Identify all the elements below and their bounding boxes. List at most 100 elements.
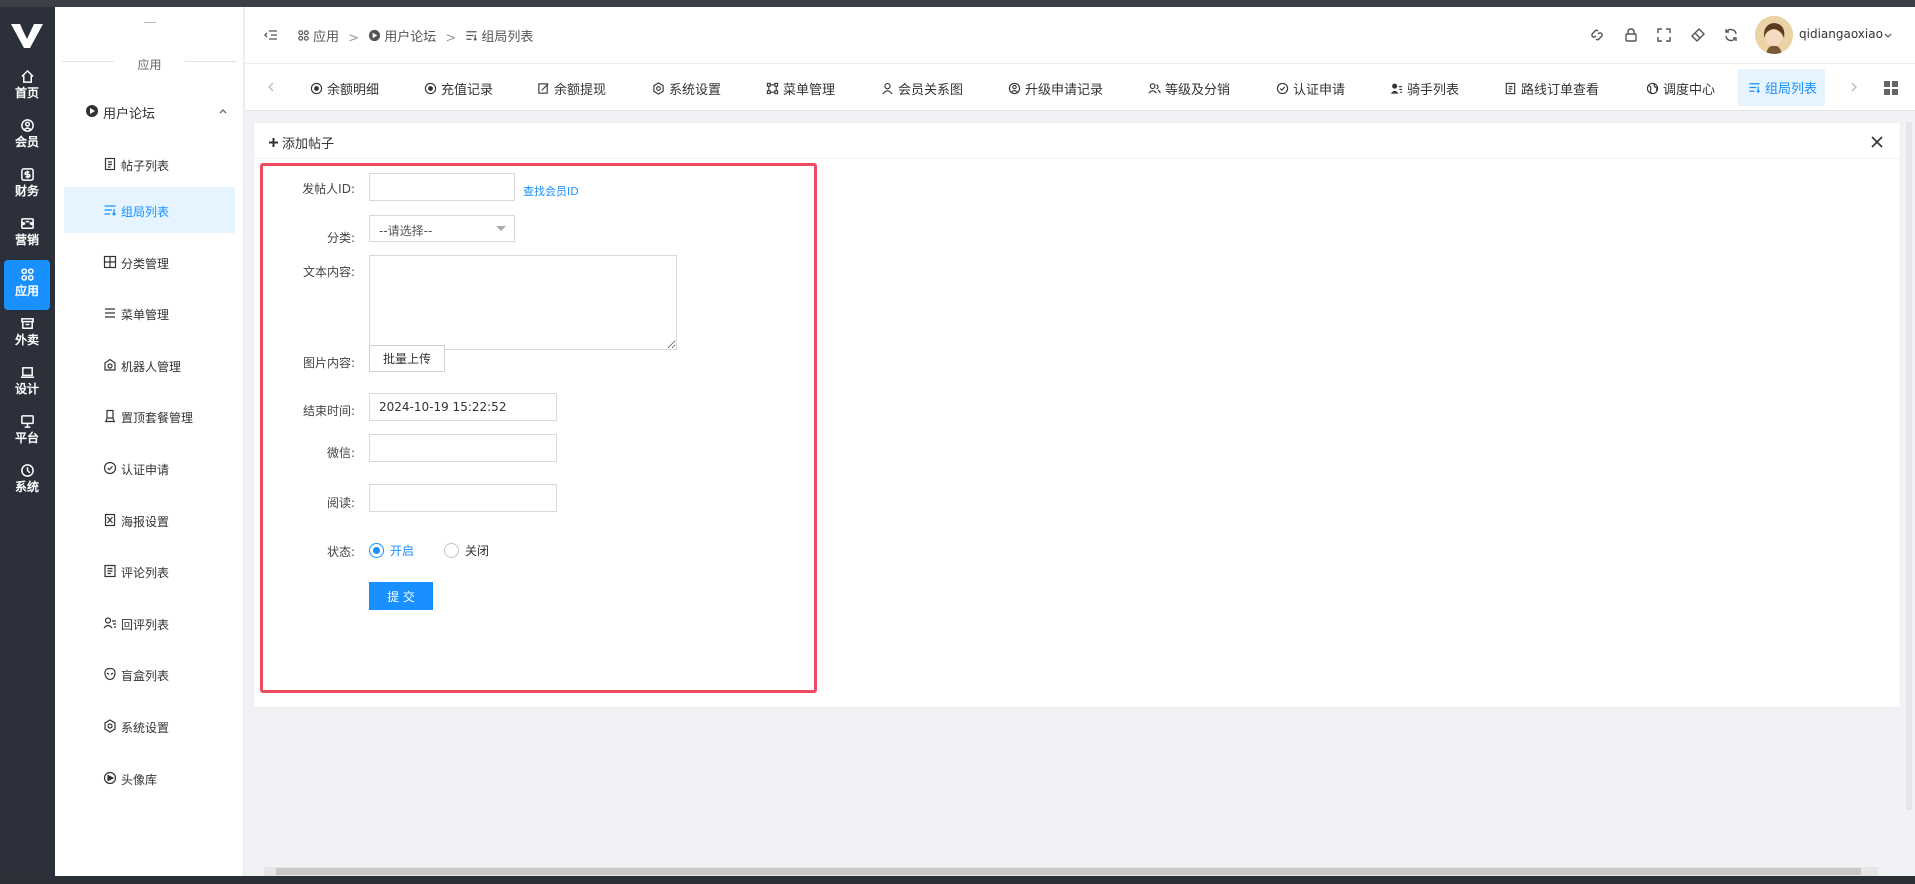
poster-id-input[interactable] xyxy=(369,173,515,201)
lock-icon[interactable] xyxy=(1622,26,1640,44)
chevron-right-icon[interactable] xyxy=(1849,81,1859,93)
top-header: 应用 > 用户论坛 > 组局列表 qidiangaoxiao xyxy=(245,7,1915,64)
avatar-image xyxy=(1755,16,1793,54)
sidebar-item-reply-list[interactable]: 回评列表 xyxy=(64,600,235,646)
rail-item-home[interactable]: 首页 xyxy=(4,62,50,112)
rail-item-label: 营销 xyxy=(14,233,39,247)
nodes-icon xyxy=(766,82,779,94)
sidebar-item-robot-manage[interactable]: 机器人管理 xyxy=(64,342,235,388)
target-icon xyxy=(424,82,437,94)
avatar[interactable] xyxy=(1755,16,1793,54)
sidebar-item-label: 分类管理 xyxy=(121,257,170,271)
submit-button[interactable]: 提 交 xyxy=(369,582,433,610)
rail-item-system[interactable]: 系统 xyxy=(4,456,50,506)
gear-icon xyxy=(104,719,116,733)
panel-header: 添加帖子 xyxy=(254,123,1900,159)
status-radio-off[interactable]: 关闭 xyxy=(444,542,489,559)
sidebar-item-label: 系统设置 xyxy=(121,721,170,735)
wechat-input[interactable] xyxy=(369,434,557,462)
sidebar-item-pin-package[interactable]: 置顶套餐管理 xyxy=(64,393,235,439)
tab-group-list[interactable]: 组局列表 xyxy=(1738,69,1826,106)
breadcrumb-item-apps[interactable]: 应用 xyxy=(297,26,339,45)
link-icon[interactable] xyxy=(1588,26,1606,44)
rail-item-platform[interactable]: 平台 xyxy=(4,407,50,457)
tab-dispatch-center[interactable]: 调度中心 xyxy=(1646,74,1715,102)
system-icon xyxy=(20,464,34,477)
tab-upgrade-records[interactable]: 升级申请记录 xyxy=(1008,74,1103,102)
batch-upload-button[interactable]: 批量上传 xyxy=(369,345,446,372)
sidebar-item-label: 机器人管理 xyxy=(121,360,182,374)
read-input[interactable] xyxy=(369,484,557,512)
images-label: 图片内容: xyxy=(302,356,355,370)
chevron-down-icon[interactable] xyxy=(1883,30,1893,40)
grid-table-icon xyxy=(103,255,117,269)
sidebar-item-label: 帖子列表 xyxy=(121,159,170,173)
status-radio-on[interactable]: 开启 xyxy=(369,542,414,559)
rail-item-member[interactable]: 会员 xyxy=(4,111,50,161)
content-textarea[interactable] xyxy=(369,255,677,350)
tab-recharge-records[interactable]: 充值记录 xyxy=(424,74,493,102)
rail-item-takeout[interactable]: 外卖 xyxy=(4,309,50,359)
edit-doc-icon xyxy=(538,82,549,94)
tab-system-settings[interactable]: 系统设置 xyxy=(652,74,721,102)
rail-item-apps[interactable]: 应用 xyxy=(4,260,50,310)
tab-rider-list[interactable]: 骑手列表 xyxy=(1390,74,1459,102)
tab-menu-manage[interactable]: 菜单管理 xyxy=(766,74,835,102)
rail-item-design[interactable]: 设计 xyxy=(4,358,50,408)
rail-item-label: 设计 xyxy=(14,382,39,396)
status-label: 状态: xyxy=(326,545,355,559)
end-time-label: 结束时间: xyxy=(302,404,355,418)
horizontal-scrollbar[interactable] xyxy=(264,867,1878,876)
refresh-icon[interactable] xyxy=(1722,26,1740,44)
user-list-icon xyxy=(103,617,116,629)
close-icon[interactable] xyxy=(1870,135,1884,149)
category-select[interactable]: --请选择-- xyxy=(369,215,515,242)
window-top-bar xyxy=(0,0,1915,7)
clear-cache-icon[interactable] xyxy=(1689,26,1707,44)
sidebar-menu: 应用 用户论坛 帖子列表 组局列表 分类管理 菜单管理 机器人管理 置顶套餐管理… xyxy=(55,7,244,876)
menu-group-label: 用户论坛 xyxy=(103,107,156,122)
find-member-id-link[interactable]: 查找会员ID xyxy=(523,183,579,199)
sidebar-item-label: 头像库 xyxy=(121,773,158,787)
add-post-panel: 添加帖子 发帖人ID: 查找会员ID 分类: --请选择-- 文本内容: 图片内… xyxy=(253,122,1901,708)
sidebar-item-comment-list[interactable]: 评论列表 xyxy=(64,548,235,594)
breadcrumb-separator: > xyxy=(445,31,457,46)
tab-route-orders[interactable]: 路线订单查看 xyxy=(1504,74,1599,102)
user-icon xyxy=(882,82,893,94)
tab-label: 等级及分销 xyxy=(1165,82,1231,98)
rail-item-finance[interactable]: 财务 xyxy=(4,160,50,210)
chevron-left-icon[interactable] xyxy=(266,81,276,93)
scrollbar-thumb[interactable] xyxy=(276,868,1861,875)
tab-balance-withdraw[interactable]: 余额提现 xyxy=(537,74,606,102)
tab-label: 系统设置 xyxy=(669,82,722,98)
sidebar-item-poster-settings[interactable]: 海报设置 xyxy=(64,497,235,543)
check-circle-icon xyxy=(1276,82,1289,94)
collapse-sidebar-icon[interactable] xyxy=(263,26,279,44)
end-time-input[interactable] xyxy=(369,393,557,421)
menu-group-forum[interactable]: 用户论坛 xyxy=(85,97,235,125)
grid-menu-icon[interactable] xyxy=(1884,81,1898,95)
tab-balance-detail[interactable]: 余额明细 xyxy=(310,74,379,102)
tab-label: 调度中心 xyxy=(1663,82,1716,98)
sidebar-item-verify-apply[interactable]: 认证申请 xyxy=(64,445,235,491)
sidebar-item-avatar-library[interactable]: 头像库 xyxy=(64,755,235,801)
chevron-up-icon xyxy=(219,109,227,114)
fullscreen-icon[interactable] xyxy=(1655,26,1673,44)
tab-verify-apply[interactable]: 认证申请 xyxy=(1276,74,1345,102)
sidebar-item-system-settings[interactable]: 系统设置 xyxy=(64,703,235,749)
chevron-down-icon xyxy=(496,226,506,231)
sidebar-item-menu-manage[interactable]: 菜单管理 xyxy=(64,290,235,336)
tab-level-distribution[interactable]: 等级及分销 xyxy=(1148,74,1230,102)
sidebar-item-category-manage[interactable]: 分类管理 xyxy=(64,239,235,285)
breadcrumb-item-forum[interactable]: 用户论坛 xyxy=(368,26,436,45)
sidebar-item-blindbox-list[interactable]: 盲盒列表 xyxy=(64,651,235,697)
rail-item-label: 财务 xyxy=(14,184,39,198)
rail-item-marketing[interactable]: 营销 xyxy=(4,209,50,259)
vertical-scrollbar[interactable] xyxy=(1906,122,1912,810)
tab-member-relation[interactable]: 会员关系图 xyxy=(881,74,963,102)
sidebar-item-group-list[interactable]: 组局列表 xyxy=(64,187,235,233)
sidebar-item-post-list[interactable]: 帖子列表 xyxy=(64,141,235,187)
check-circle-icon xyxy=(103,461,117,475)
username[interactable]: qidiangaoxiao xyxy=(1799,27,1883,41)
breadcrumb-label: 组局列表 xyxy=(481,30,534,45)
